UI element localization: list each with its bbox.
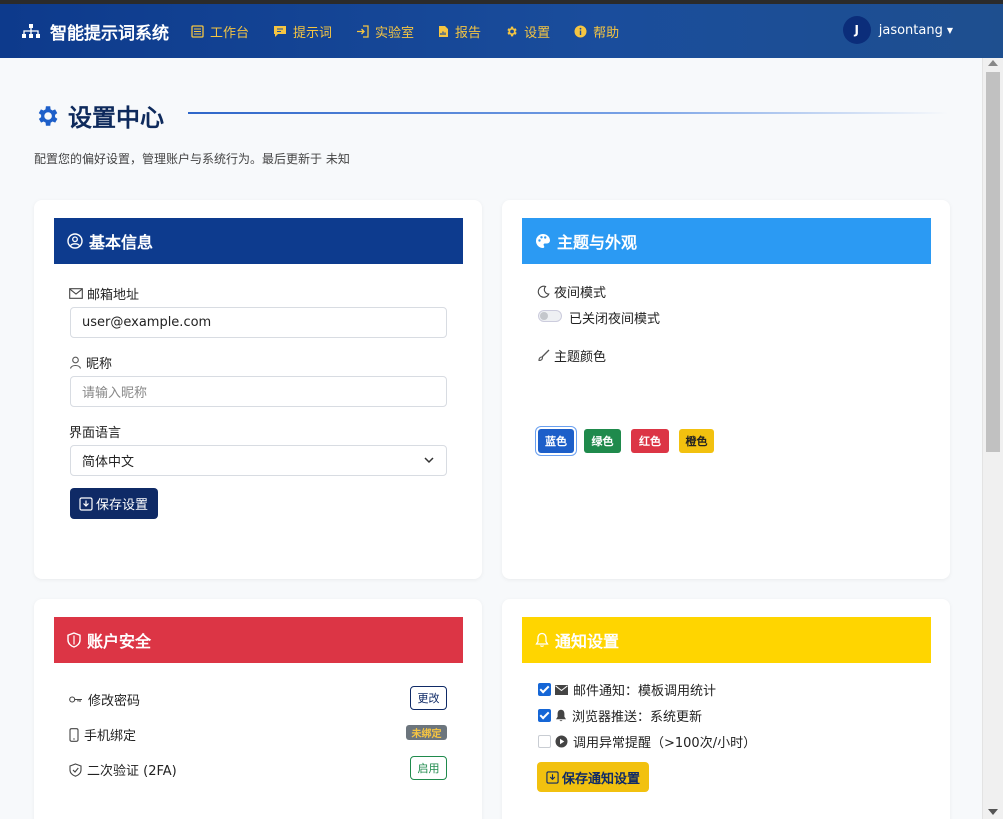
- two-factor-label: 二次验证 (2FA): [69, 760, 177, 779]
- chevron-down-icon: [424, 457, 434, 464]
- sign-in-icon: [357, 24, 369, 38]
- info-icon: [574, 25, 587, 37]
- brush-icon: [538, 349, 550, 362]
- anomaly-alert-checkbox[interactable]: [538, 735, 551, 748]
- mobile-icon: [69, 727, 79, 742]
- user-circle-icon: [67, 233, 83, 249]
- theme-header: 主题与外观: [522, 218, 931, 264]
- night-mode-status: 已关闭夜间模式: [569, 312, 661, 327]
- play-circle-icon: [555, 735, 568, 748]
- shield-icon: [67, 632, 81, 648]
- change-password-button[interactable]: 更改: [410, 686, 447, 710]
- brand[interactable]: 智能提示词系统: [22, 19, 169, 44]
- nav-item-prompts[interactable]: 提示词: [273, 22, 332, 41]
- save-settings-button[interactable]: 保存设置: [70, 488, 158, 519]
- avatar: J: [842, 16, 871, 44]
- moon-icon: [537, 285, 550, 298]
- palette-icon: [536, 234, 550, 248]
- language-select[interactable]: 简体中文: [70, 445, 447, 476]
- email-field[interactable]: user@example.com: [70, 307, 447, 338]
- caret-down-icon: ▼: [946, 25, 953, 35]
- nav-item-report[interactable]: 报告: [438, 22, 481, 41]
- vertical-scrollbar[interactable]: [982, 58, 1003, 819]
- change-password-label: 修改密码: [69, 690, 140, 709]
- nickname-input[interactable]: 请输入昵称: [70, 376, 447, 407]
- envelope-icon: [555, 684, 568, 695]
- theme-color-orange[interactable]: 橙色: [679, 429, 714, 453]
- key-icon: [69, 696, 82, 703]
- save-icon: [79, 496, 93, 511]
- language-label: 界面语言: [69, 426, 122, 441]
- email-notify-checkbox[interactable]: [538, 683, 551, 696]
- notification-header: 通知设置: [522, 617, 931, 663]
- basic-info-card: 基本信息 邮箱地址 user@example.com 昵称 请输入昵称 界面语言…: [34, 200, 482, 579]
- theme-card: 主题与外观 夜间模式 已关闭夜间模式 主题颜色 蓝色 蓝色 绿色 红色 橙色: [502, 200, 950, 579]
- sitemap-icon: [22, 24, 40, 38]
- user-menu[interactable]: J jasontang ▼: [842, 16, 953, 44]
- nav-item-lab[interactable]: 实验室: [356, 22, 414, 41]
- night-mode-toggle[interactable]: [538, 310, 562, 322]
- nickname-label: 昵称: [69, 353, 112, 372]
- phone-binding-label: 手机绑定: [69, 725, 136, 744]
- security-card: 账户安全 修改密码 更改 手机绑定 未绑定 二次验证 (2FA) 启用: [34, 599, 482, 819]
- email-label: 邮箱地址: [69, 284, 139, 303]
- basic-info-header: 基本信息: [54, 218, 463, 264]
- shield-check-icon: [69, 762, 82, 777]
- page-title: 设置中心: [34, 98, 164, 133]
- email-notify-label: 邮件通知：模板调用统计: [555, 680, 716, 699]
- scroll-up-icon[interactable]: [988, 60, 998, 66]
- page-subtitle: 配置您的偏好设置，管理账户与系统行为。最后更新于 未知: [34, 152, 350, 166]
- theme-color-blue[interactable]: 蓝色: [538, 429, 574, 453]
- main-content: 设置中心 配置您的偏好设置，管理账户与系统行为。最后更新于 未知 基本信息 邮箱…: [0, 58, 982, 819]
- theme-color-red[interactable]: 红色: [631, 429, 669, 453]
- theme-color-green[interactable]: 绿色: [584, 429, 621, 453]
- user-icon: [69, 356, 82, 369]
- user-name: jasontang: [878, 22, 943, 38]
- anomaly-alert-label: 调用异常提醒（>100次/小时）: [555, 732, 756, 751]
- nav-item-settings[interactable]: 设置: [505, 22, 550, 41]
- workbench-icon: [191, 24, 204, 38]
- brand-name: 智能提示词系统: [50, 23, 169, 44]
- save-icon: [546, 770, 559, 784]
- save-notification-button[interactable]: 保存通知设置: [537, 762, 649, 792]
- nav-item-help[interactable]: 帮助: [574, 22, 619, 41]
- bell-icon: [535, 632, 549, 647]
- security-header: 账户安全: [54, 617, 463, 663]
- browser-push-checkbox[interactable]: [538, 709, 551, 722]
- bell-icon: [556, 709, 566, 722]
- report-icon: [439, 25, 449, 37]
- notification-card: 通知设置 邮件通知：模板调用统计 浏览器推送：系统更新 调用异常提醒（>100次…: [502, 599, 950, 819]
- theme-color-label: 主题颜色: [537, 346, 606, 365]
- enable-2fa-button[interactable]: 启用: [410, 756, 447, 780]
- top-navbar: 智能提示词系统 工作台 提示词 实验室 报告 设置 帮助 J jasontang…: [0, 4, 1003, 58]
- nav-item-workbench[interactable]: 工作台: [191, 22, 249, 41]
- title-divider: [188, 112, 948, 114]
- night-mode-label: 夜间模式: [537, 282, 606, 301]
- envelope-icon: [69, 288, 83, 299]
- scroll-thumb[interactable]: [986, 72, 1000, 452]
- gear-icon: [507, 26, 517, 36]
- phone-status-badge: 未绑定: [406, 725, 447, 740]
- gear-icon: [38, 105, 58, 126]
- browser-push-label: 浏览器推送：系统更新: [555, 706, 702, 725]
- chat-icon: [274, 25, 287, 37]
- scroll-down-icon[interactable]: [988, 809, 998, 815]
